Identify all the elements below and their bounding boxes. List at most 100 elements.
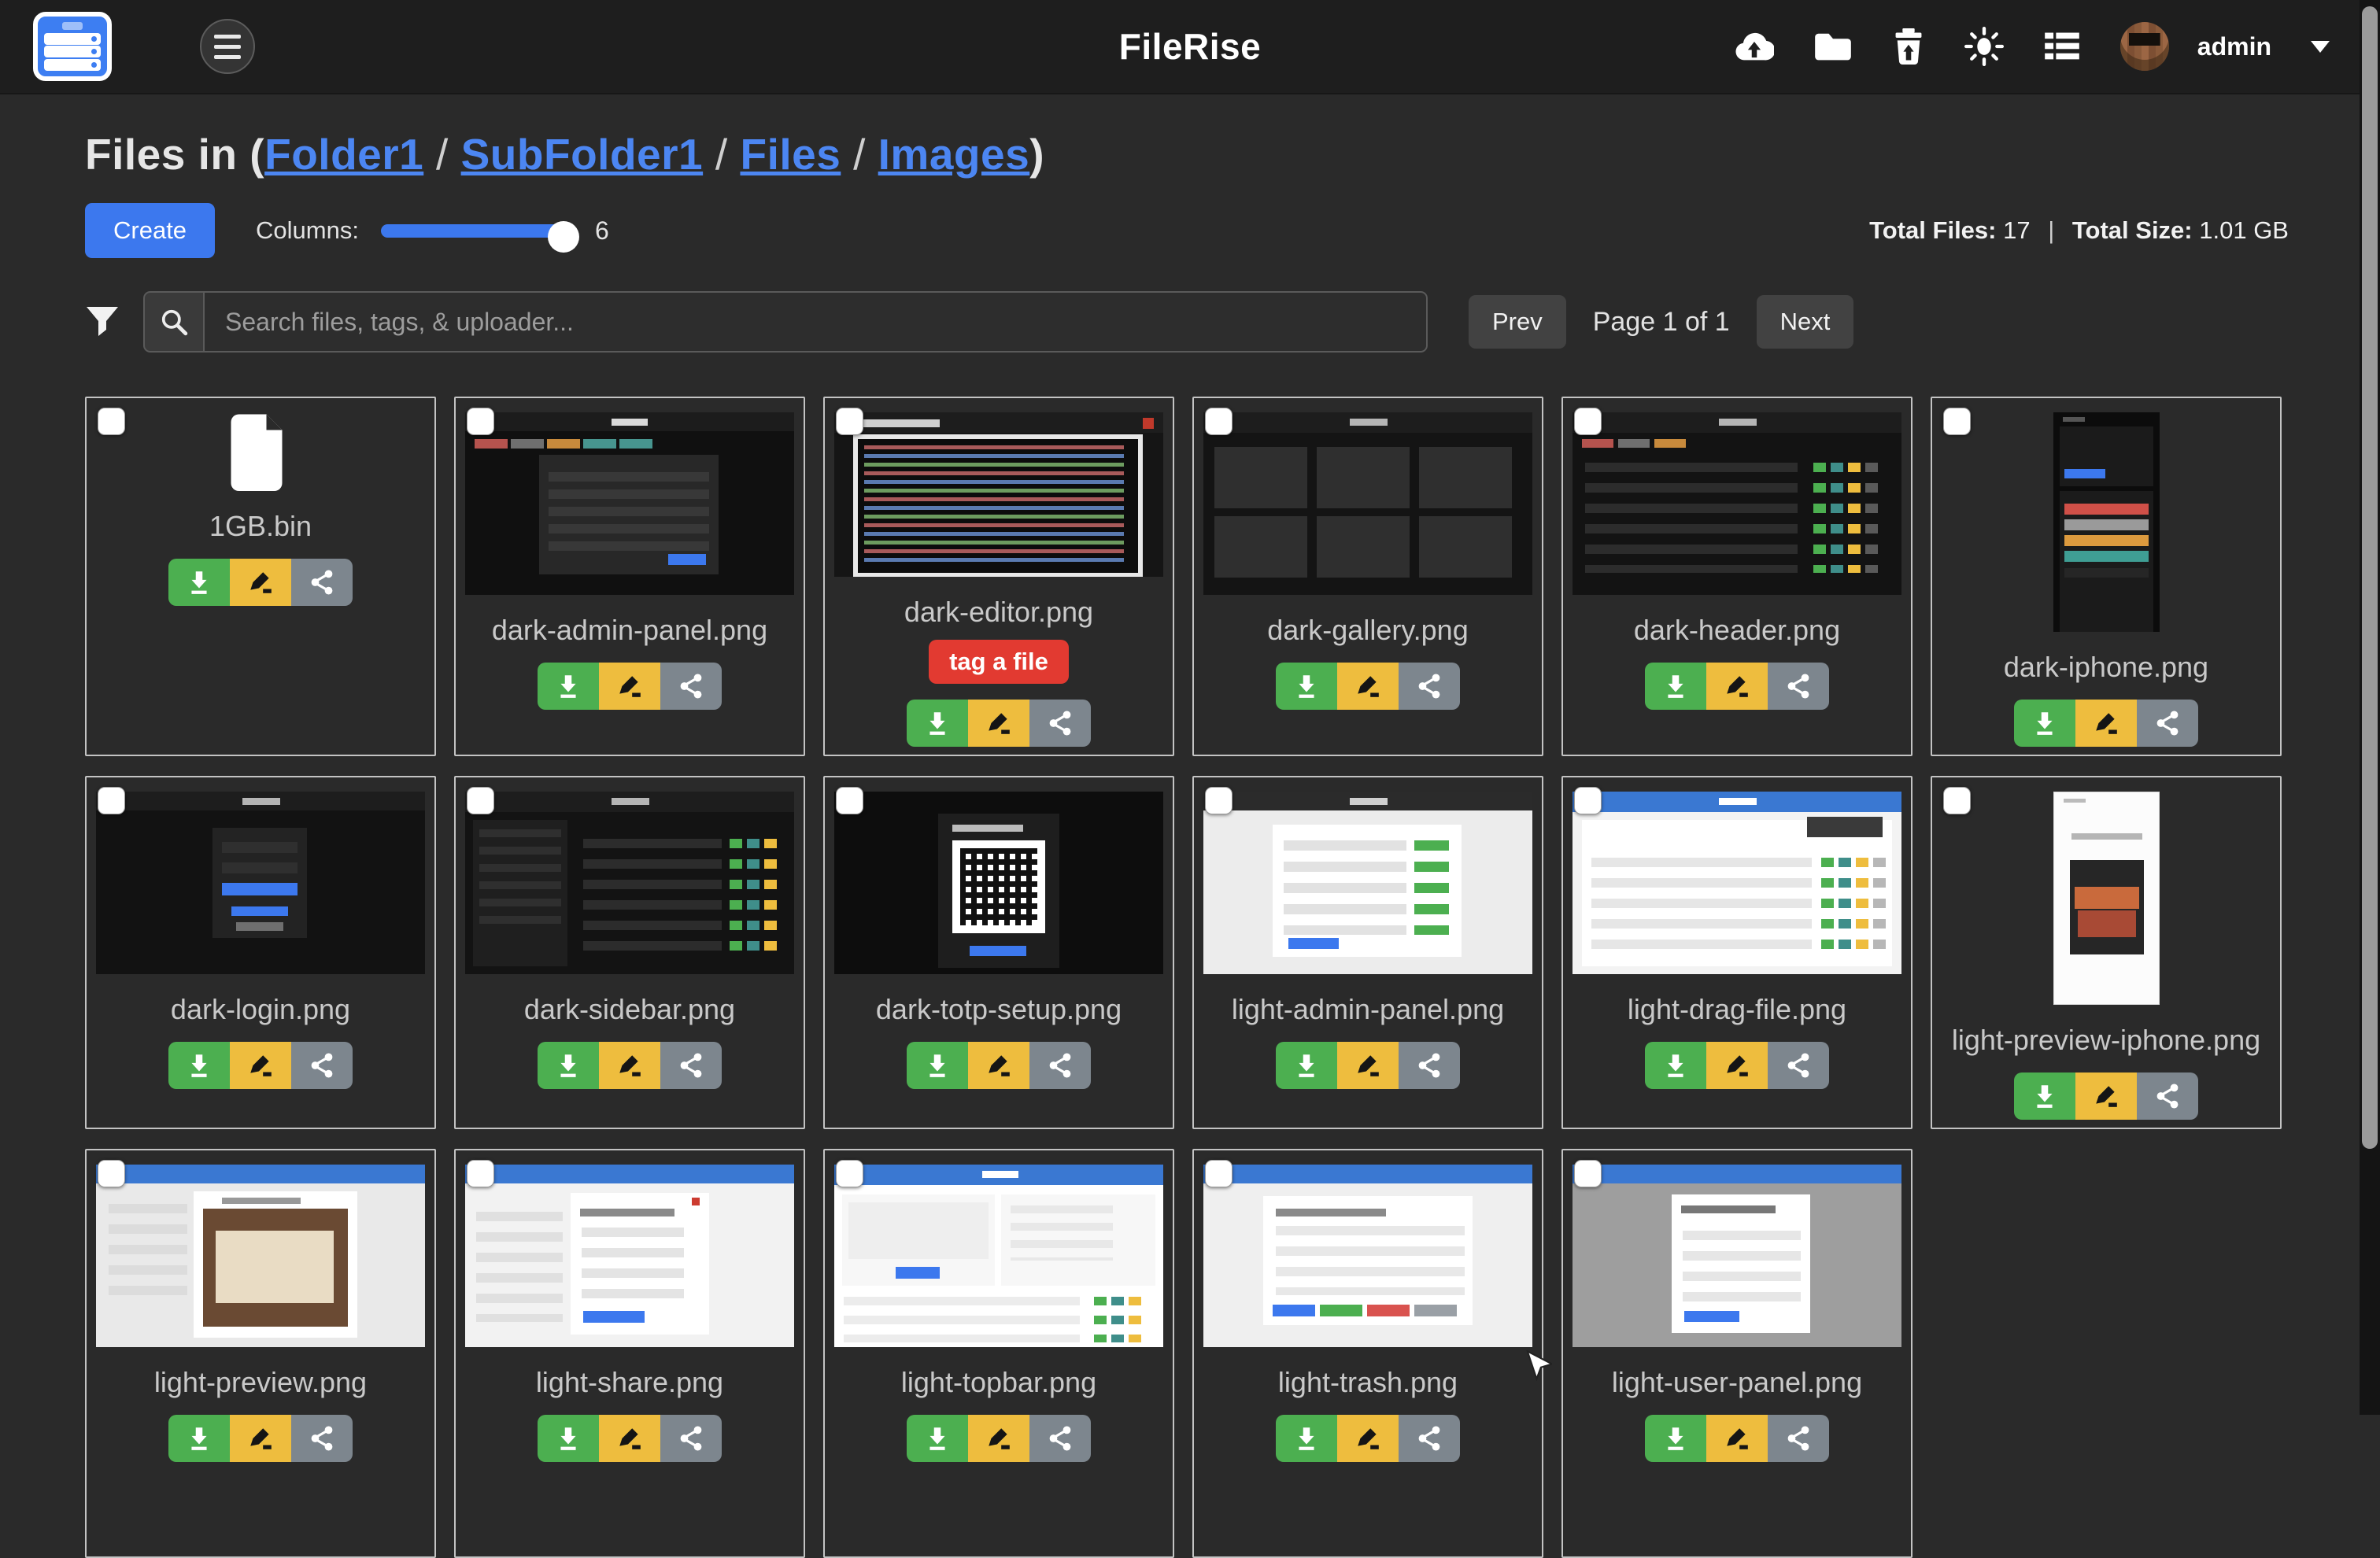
edit-button[interactable] <box>1706 1042 1768 1089</box>
download-button[interactable] <box>907 1415 968 1462</box>
edit-button[interactable] <box>2075 700 2137 747</box>
file-thumbnail[interactable] <box>465 412 794 595</box>
edit-button[interactable] <box>599 1042 660 1089</box>
edit-button[interactable] <box>968 700 1029 747</box>
edit-button[interactable] <box>1706 663 1768 710</box>
file-checkbox[interactable] <box>1574 787 1602 814</box>
file-checkbox[interactable] <box>467 787 494 814</box>
file-checkbox[interactable] <box>1943 787 1971 814</box>
file-thumbnail[interactable] <box>96 792 425 974</box>
share-button[interactable] <box>660 1042 722 1089</box>
create-button[interactable]: Create <box>85 203 215 258</box>
edit-button[interactable] <box>2075 1073 2137 1120</box>
file-checkbox[interactable] <box>1205 1160 1232 1187</box>
share-button[interactable] <box>660 663 722 710</box>
file-thumbnail[interactable] <box>1572 792 1901 974</box>
file-checkbox[interactable] <box>467 408 494 435</box>
download-button[interactable] <box>1276 1042 1337 1089</box>
edit-button[interactable] <box>599 663 660 710</box>
share-button[interactable] <box>1399 663 1460 710</box>
share-button[interactable] <box>1029 1415 1091 1462</box>
scrollbar-thumb[interactable] <box>2362 6 2378 1149</box>
breadcrumb-link-images[interactable]: Images <box>878 130 1030 179</box>
file-checkbox[interactable] <box>98 408 125 435</box>
breadcrumb-link-subfolder1[interactable]: SubFolder1 <box>461 130 704 179</box>
edit-button[interactable] <box>1337 1415 1399 1462</box>
file-checkbox[interactable] <box>467 1160 494 1187</box>
breadcrumb-link-folder1[interactable]: Folder1 <box>264 130 423 179</box>
download-button[interactable] <box>2014 1073 2075 1120</box>
download-button[interactable] <box>168 1415 230 1462</box>
next-page-button[interactable]: Next <box>1757 295 1854 349</box>
file-thumbnail[interactable] <box>2053 412 2160 632</box>
list-view-icon[interactable] <box>2043 30 2081 63</box>
cloud-upload-icon[interactable] <box>1735 29 1774 64</box>
share-button[interactable] <box>1399 1415 1460 1462</box>
share-button[interactable] <box>2137 700 2198 747</box>
user-name[interactable]: admin <box>2197 32 2271 61</box>
file-thumbnail[interactable] <box>1203 1165 1532 1347</box>
edit-button[interactable] <box>1706 1415 1768 1462</box>
search-icon[interactable] <box>143 291 203 353</box>
share-button[interactable] <box>660 1415 722 1462</box>
file-checkbox[interactable] <box>1205 408 1232 435</box>
file-thumbnail[interactable] <box>1572 1165 1901 1347</box>
brightness-icon[interactable] <box>1964 27 2004 66</box>
file-checkbox[interactable] <box>1943 408 1971 435</box>
search-input[interactable] <box>203 291 1428 353</box>
share-button[interactable] <box>1029 700 1091 747</box>
file-thumbnail[interactable] <box>834 792 1163 974</box>
file-thumbnail[interactable] <box>96 1165 425 1347</box>
file-thumbnail[interactable] <box>465 1165 794 1347</box>
edit-button[interactable] <box>230 559 291 606</box>
share-button[interactable] <box>291 1415 353 1462</box>
edit-button[interactable] <box>1337 663 1399 710</box>
edit-button[interactable] <box>1337 1042 1399 1089</box>
edit-button[interactable] <box>230 1042 291 1089</box>
file-checkbox[interactable] <box>836 787 863 814</box>
share-button[interactable] <box>291 1042 353 1089</box>
filter-icon[interactable] <box>85 306 120 338</box>
file-checkbox[interactable] <box>1205 787 1232 814</box>
download-button[interactable] <box>2014 700 2075 747</box>
edit-button[interactable] <box>599 1415 660 1462</box>
file-thumbnail[interactable] <box>1203 792 1532 974</box>
download-button[interactable] <box>907 700 968 747</box>
edit-button[interactable] <box>968 1415 1029 1462</box>
folder-icon[interactable] <box>1813 31 1853 62</box>
download-button[interactable] <box>1276 1415 1337 1462</box>
slider-thumb[interactable] <box>548 221 579 253</box>
download-button[interactable] <box>1276 663 1337 710</box>
download-button[interactable] <box>168 559 230 606</box>
columns-slider[interactable] <box>381 224 575 238</box>
download-button[interactable] <box>1645 663 1706 710</box>
download-button[interactable] <box>1645 1415 1706 1462</box>
share-button[interactable] <box>1768 1415 1829 1462</box>
download-button[interactable] <box>1645 1042 1706 1089</box>
file-checkbox[interactable] <box>836 408 863 435</box>
file-checkbox[interactable] <box>98 787 125 814</box>
share-button[interactable] <box>1768 663 1829 710</box>
download-button[interactable] <box>538 1415 599 1462</box>
caret-down-icon[interactable] <box>2311 41 2330 53</box>
share-button[interactable] <box>1029 1042 1091 1089</box>
download-button[interactable] <box>538 1042 599 1089</box>
edit-button[interactable] <box>968 1042 1029 1089</box>
menu-button[interactable] <box>200 19 255 74</box>
file-checkbox[interactable] <box>1574 1160 1602 1187</box>
file-thumbnail[interactable] <box>465 792 794 974</box>
share-button[interactable] <box>2137 1073 2198 1120</box>
download-button[interactable] <box>168 1042 230 1089</box>
file-checkbox[interactable] <box>1574 408 1602 435</box>
trash-restore-icon[interactable] <box>1892 28 1925 65</box>
file-thumbnail[interactable] <box>2053 792 2160 1005</box>
prev-page-button[interactable]: Prev <box>1469 295 1566 349</box>
file-checkbox[interactable] <box>836 1160 863 1187</box>
file-thumbnail[interactable] <box>834 412 1163 577</box>
file-checkbox[interactable] <box>98 1160 125 1187</box>
edit-button[interactable] <box>230 1415 291 1462</box>
file-thumbnail[interactable] <box>1203 412 1532 595</box>
download-button[interactable] <box>538 663 599 710</box>
share-button[interactable] <box>291 559 353 606</box>
download-button[interactable] <box>907 1042 968 1089</box>
